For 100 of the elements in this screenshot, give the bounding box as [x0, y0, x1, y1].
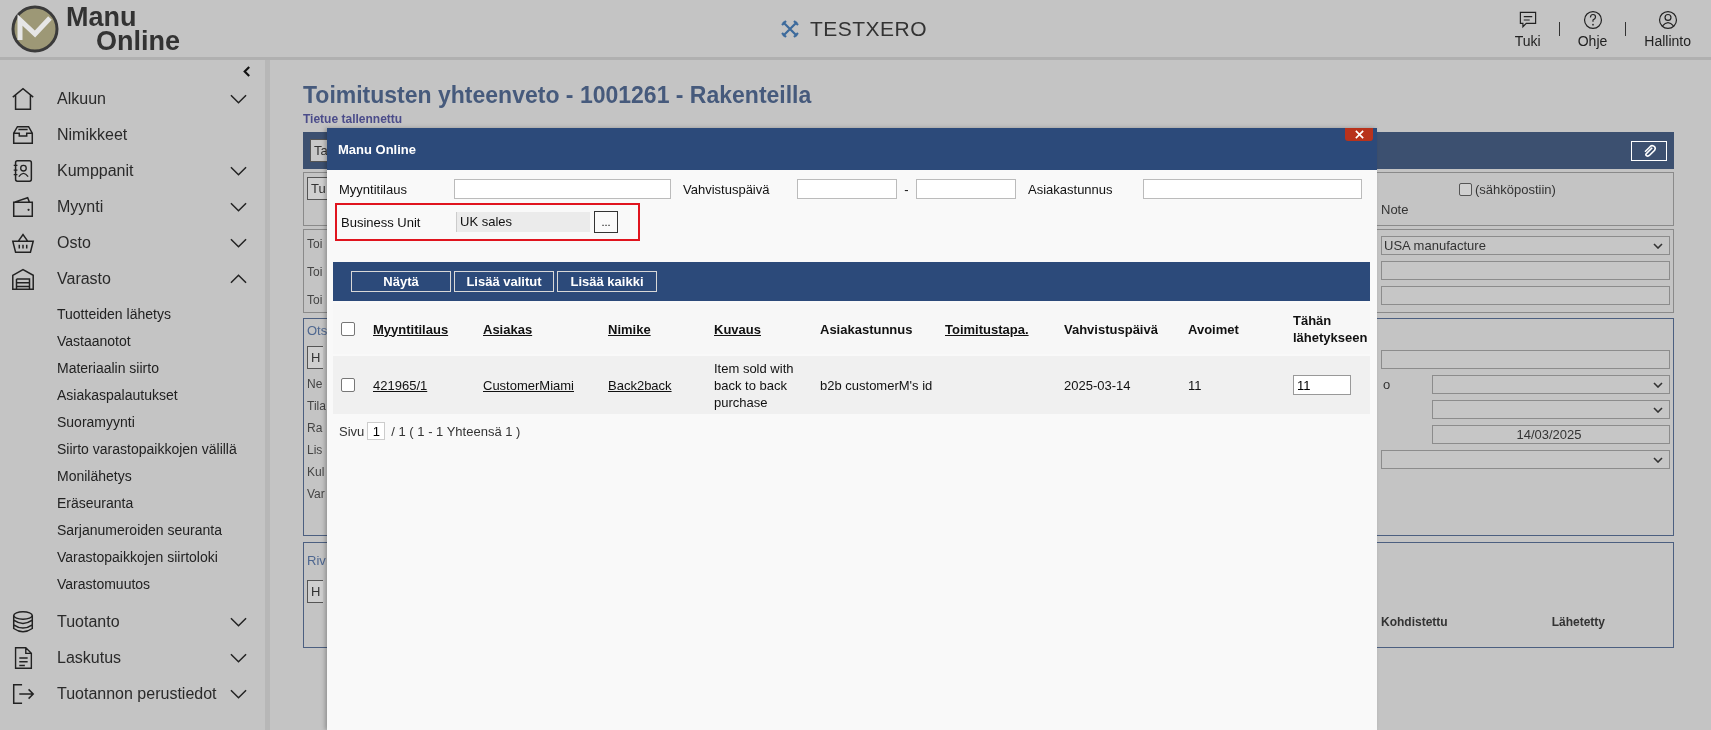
field-label: Vahvistuspäivä: [683, 181, 771, 197]
panel-button[interactable]: H: [307, 346, 324, 369]
nav-subitem[interactable]: Tuotteiden lähetys: [57, 301, 171, 328]
select-field[interactable]: USA manufacture: [1381, 236, 1670, 255]
input-field[interactable]: [1143, 179, 1362, 199]
input-field[interactable]: [1381, 286, 1670, 305]
status-message: Tietue tallennettu: [303, 112, 404, 126]
nav-item[interactable]: Kumppanit: [0, 153, 265, 189]
field-label: Var: [307, 487, 326, 501]
nav-subitem[interactable]: Materiaalin siirto: [57, 355, 159, 382]
range-separator: -: [903, 181, 910, 197]
nav-icon: [10, 194, 36, 220]
nav-subitem[interactable]: Vastaanotot: [57, 328, 131, 355]
nav-subitem[interactable]: Varastopaikkojen siirtoloki: [57, 544, 218, 571]
action-icon: [1656, 8, 1679, 31]
table-link[interactable]: 421965/1: [373, 376, 428, 394]
readonly-field: UK sales: [456, 212, 590, 232]
page-title: Toimitusten yhteenveto - 1001261 - Rakenteilla: [303, 81, 813, 110]
field-label: Myyntitilaus: [339, 181, 408, 197]
panel-button[interactable]: Tu: [307, 177, 329, 200]
chevron-icon: [230, 238, 247, 248]
table-cell: 2025-03-14: [1064, 376, 1131, 394]
nav-icon: [10, 86, 36, 112]
nav-subitem[interactable]: Asiakaspalautukset: [57, 382, 178, 409]
nav-subitem[interactable]: Sarjanumeroiden seuranta: [57, 517, 222, 544]
date-field[interactable]: [916, 179, 1016, 199]
field-label: Toi: [307, 237, 324, 251]
page-field[interactable]: 1: [367, 422, 386, 440]
table-link[interactable]: Back2back: [608, 376, 672, 394]
column-header[interactable]: Kuvaus: [714, 320, 761, 338]
field-label: Ra: [307, 421, 324, 435]
column-header[interactable]: Asiakas: [483, 320, 533, 338]
pager-summary: / 1 ( 1 - 1 Yhteensä 1 ): [391, 423, 521, 439]
nav-icon: [10, 609, 36, 635]
select-field[interactable]: [1432, 375, 1670, 394]
column-header: Kohdistettu: [1381, 615, 1448, 629]
header-action[interactable]: Tuki: [1508, 8, 1547, 49]
panel-button[interactable]: H: [307, 580, 324, 603]
checkbox-label: (sähköpostiin): [1475, 182, 1556, 197]
brand-name: TESTXERO: [809, 16, 928, 41]
table-link[interactable]: CustomerMiami: [483, 376, 574, 394]
nav-item[interactable]: Nimikkeet: [0, 117, 265, 153]
action-button[interactable]: Näytä: [351, 271, 451, 292]
input-field[interactable]: [1381, 350, 1670, 369]
select-field[interactable]: [1432, 400, 1670, 419]
nav-item[interactable]: Alkuun: [0, 81, 265, 117]
nav-icon: [10, 681, 36, 707]
nav-item[interactable]: Osto: [0, 225, 265, 261]
column-header[interactable]: Nimike: [608, 320, 651, 338]
nav-subitem[interactable]: Monilähetys: [57, 463, 132, 490]
table-cell-text: Item sold with back to back purchase: [714, 359, 795, 411]
checkbox[interactable]: [341, 378, 355, 392]
logo-icon: [10, 3, 60, 54]
quantity-field[interactable]: 11: [1293, 375, 1351, 395]
attach-button[interactable]: [1631, 140, 1667, 161]
column-header[interactable]: Myyntitilaus: [373, 320, 449, 338]
chevron-icon: [230, 689, 247, 699]
input-field[interactable]: [1381, 261, 1670, 280]
dropdown-icon: [1653, 406, 1663, 413]
cross-icon: [779, 18, 800, 39]
field-label: Toi: [307, 293, 324, 307]
nav-subitem[interactable]: Eräseuranta: [57, 490, 134, 517]
field-label: Business Unit: [341, 214, 422, 230]
checkbox[interactable]: [1459, 183, 1472, 196]
field-label: Toi: [307, 265, 324, 279]
close-button[interactable]: [1345, 128, 1373, 141]
dropdown-icon: [1653, 456, 1663, 463]
field-label: Ne: [307, 377, 324, 391]
header-action[interactable]: Hallinto: [1638, 8, 1697, 49]
nav-item[interactable]: Tuotanto: [0, 604, 265, 640]
nav-icon: [10, 266, 36, 292]
date-field[interactable]: [797, 179, 897, 199]
nav-item[interactable]: Laskutus: [0, 640, 265, 676]
column-header[interactable]: Toimitustapa.: [945, 320, 1029, 338]
collapse-icon[interactable]: [242, 66, 251, 77]
nav-subitem[interactable]: Suoramyynti: [57, 409, 135, 436]
table-cell: b2b customerM's id: [820, 376, 933, 394]
checkbox[interactable]: [341, 322, 355, 336]
panel-legend: Ots: [307, 323, 331, 338]
action-button[interactable]: Lisää kaikki: [557, 271, 657, 292]
nav-item[interactable]: Varasto: [0, 261, 265, 297]
date-field[interactable]: 14/03/2025: [1432, 425, 1670, 444]
browse-button[interactable]: ...: [594, 211, 618, 233]
nav-subitem[interactable]: Siirto varastopaikkojen välillä: [57, 436, 237, 463]
column-header: Lähetetty: [1551, 615, 1605, 629]
chevron-icon: [230, 202, 247, 212]
header-action[interactable]: Ohje: [1571, 8, 1614, 49]
input-field[interactable]: [454, 179, 671, 199]
nav-item[interactable]: Tuotannon perustiedot: [0, 676, 265, 712]
nav-item[interactable]: Myynti: [0, 189, 265, 225]
nav-subitem[interactable]: Varastomuutos: [57, 571, 151, 598]
select-field[interactable]: [1381, 450, 1670, 469]
column-header: Asiakastunnus: [820, 320, 913, 338]
action-button[interactable]: Lisää valitut: [454, 271, 554, 292]
action-icon: [1581, 8, 1604, 31]
pager-label: Sivu: [339, 423, 365, 439]
column-header: Avoimet: [1188, 320, 1239, 338]
table-cell: 11: [1188, 376, 1202, 394]
field-label: Asiakastunnus: [1028, 181, 1114, 197]
chevron-icon: [230, 274, 247, 284]
